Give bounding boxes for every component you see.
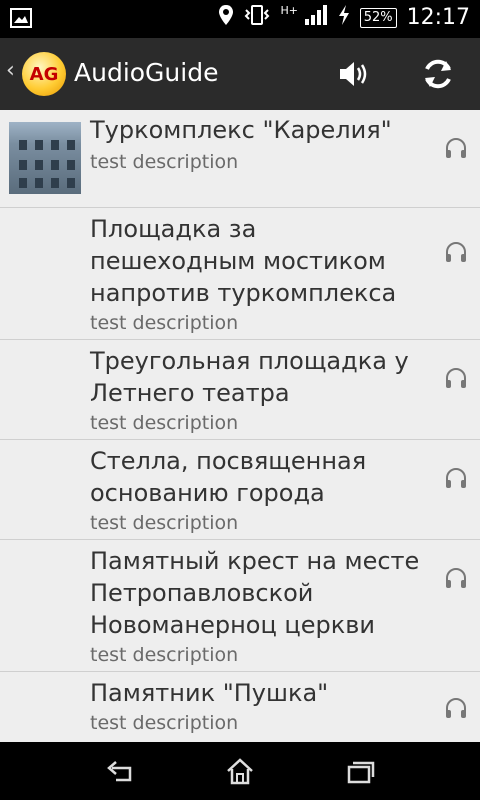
list-item[interactable]: Стелла, посвященная основанию города tes… (0, 440, 480, 540)
signal-icon: H+ (280, 4, 327, 31)
item-description: test description (90, 644, 239, 666)
item-thumbnail (9, 122, 81, 194)
item-title: Площадка за пешеходным мостиком напротив… (90, 215, 397, 307)
vibrate-icon (244, 4, 270, 31)
app-title: AudioGuide (74, 58, 219, 87)
item-title: Памятный крест на месте Петропавловской … (90, 547, 420, 639)
guide-list[interactable]: Туркомплекс "Карелия" test description П… (0, 110, 480, 742)
headphones-icon[interactable] (444, 366, 468, 390)
list-item[interactable]: Туркомплекс "Карелия" test description (0, 110, 480, 208)
action-bar: ‹ AG AudioGuide (0, 38, 480, 110)
item-description: test description (90, 712, 239, 734)
item-title: Стелла, посвященная основанию города (90, 447, 367, 507)
location-icon (218, 4, 234, 31)
home-icon[interactable] (224, 756, 256, 788)
volume-icon[interactable] (332, 52, 376, 96)
recent-apps-icon[interactable] (344, 756, 376, 788)
headphones-icon[interactable] (444, 240, 468, 264)
list-item[interactable]: Памятник "Пушка" test description (0, 672, 480, 742)
item-description: test description (90, 412, 239, 434)
network-type: H+ (280, 4, 298, 17)
clock: 12:17 (406, 5, 470, 30)
status-bar: H+ 52% 12:17 (0, 0, 480, 38)
headphones-icon[interactable] (444, 136, 468, 160)
item-description: test description (90, 151, 239, 173)
logo-text: AG (29, 63, 59, 85)
headphones-icon[interactable] (444, 466, 468, 490)
battery-level: 52% (359, 7, 397, 28)
headphones-icon[interactable] (444, 696, 468, 720)
refresh-icon[interactable] (416, 52, 460, 96)
headphones-icon[interactable] (444, 566, 468, 590)
item-description: test description (90, 512, 239, 534)
navigation-bar (0, 742, 480, 800)
item-title: Памятник "Пушка" (90, 679, 329, 707)
item-description: test description (90, 312, 239, 334)
list-item[interactable]: Треугольная площадка у Летнего театра te… (0, 340, 480, 440)
picture-icon (10, 7, 32, 33)
item-title: Треугольная площадка у Летнего театра (90, 347, 409, 407)
back-icon[interactable] (104, 756, 136, 788)
list-item[interactable]: Памятный крест на месте Петропавловской … (0, 540, 480, 672)
up-caret-icon[interactable]: ‹ (6, 58, 15, 83)
item-title: Туркомплекс "Карелия" (90, 116, 392, 144)
list-item[interactable]: Площадка за пешеходным мостиком напротив… (0, 208, 480, 340)
app-logo[interactable]: AG (22, 52, 66, 96)
charging-icon (338, 4, 350, 31)
